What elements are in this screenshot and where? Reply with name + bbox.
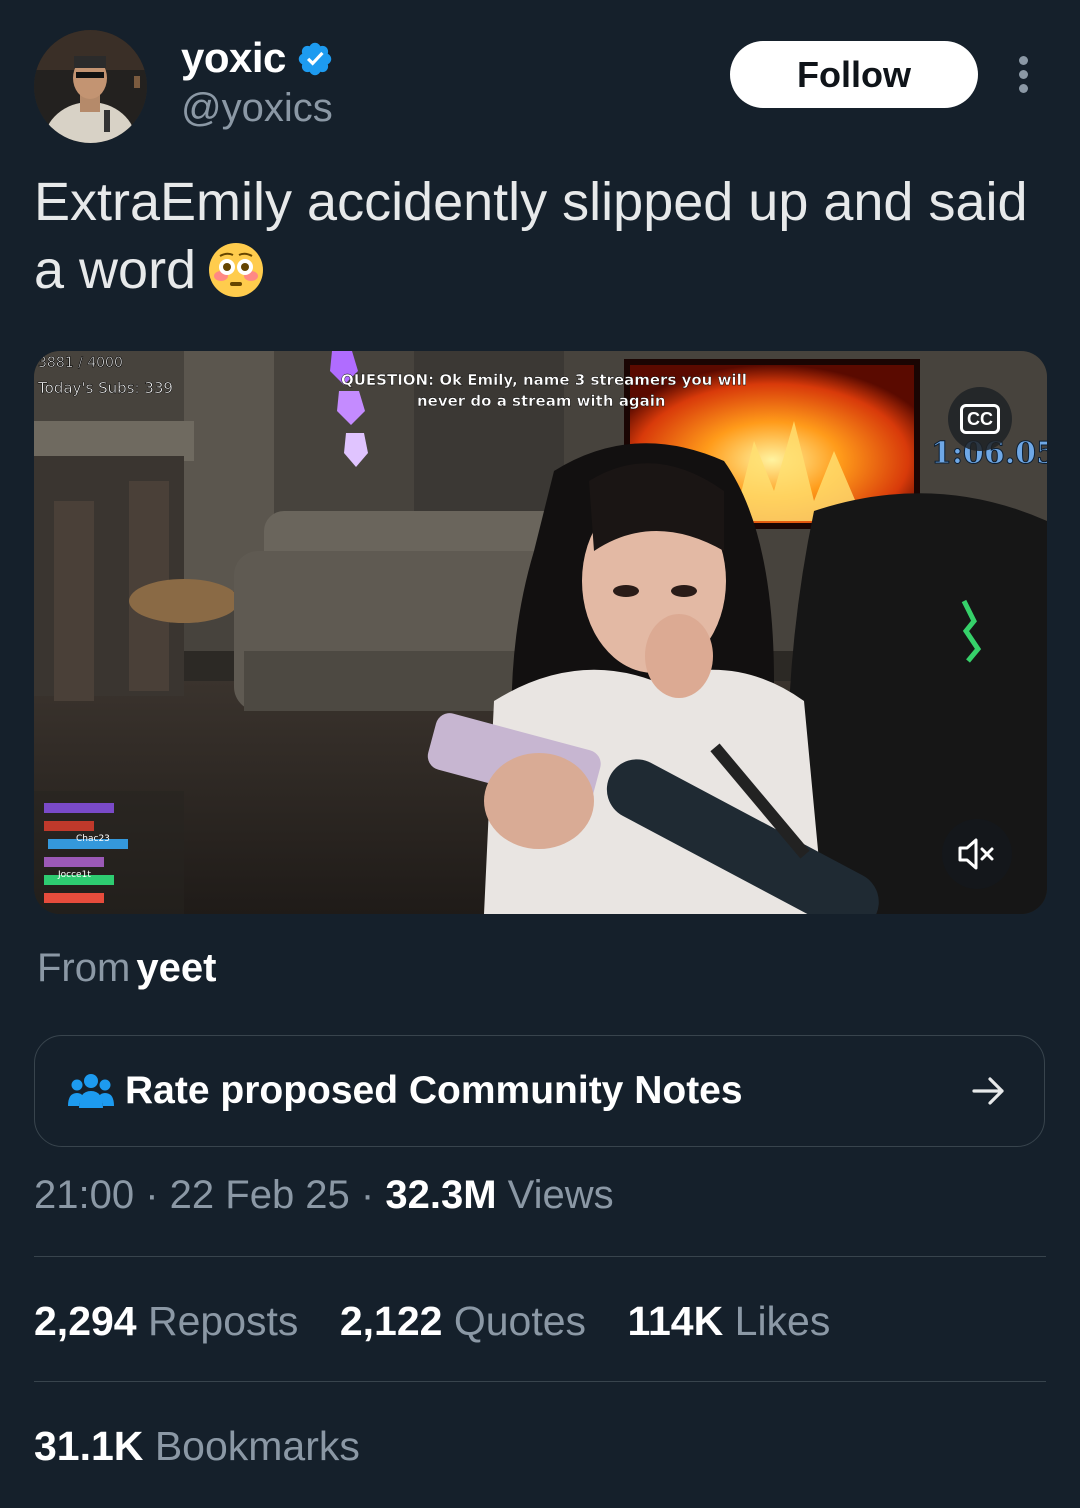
- bookmarks-label: Bookmarks: [154, 1423, 360, 1469]
- more-options-icon[interactable]: [1010, 56, 1036, 96]
- chat-name-2: Jocce1t: [57, 870, 91, 880]
- likes-stat[interactable]: 114K Likes: [627, 1298, 830, 1344]
- quotes-stat[interactable]: 2,122 Quotes: [340, 1298, 586, 1344]
- community-notes-button[interactable]: Rate proposed Community Notes: [34, 1035, 1045, 1147]
- speaker-muted-icon: [958, 838, 994, 870]
- likes-label: Likes: [734, 1298, 831, 1344]
- bookmarks-count: 31.1K: [34, 1423, 144, 1469]
- source-attribution: From yeet: [37, 946, 216, 991]
- verified-badge-icon: [296, 40, 334, 78]
- cc-icon: CC: [960, 404, 1000, 434]
- bookmarks-stat[interactable]: 31.1K Bookmarks: [34, 1423, 360, 1470]
- question-line-2: never do a stream with again: [417, 392, 666, 410]
- video-frame: 3881 / 4000 Today's Subs: 339 QUESTION: …: [34, 351, 1047, 914]
- likes-count: 114K: [627, 1298, 724, 1344]
- people-group-icon: [68, 1074, 114, 1108]
- captions-button[interactable]: CC: [948, 387, 1012, 451]
- tweet-text: ExtraEmily accidently slipped up and sai…: [34, 168, 1054, 304]
- reposts-count: 2,294: [34, 1298, 137, 1344]
- source-link[interactable]: yeet: [136, 946, 216, 990]
- views-count: 32.3M: [385, 1173, 497, 1217]
- todays-subs-text: Today's Subs: 339: [37, 379, 173, 397]
- quotes-count: 2,122: [339, 1298, 443, 1344]
- engagement-stats: 2,294 Reposts 2,122 Quotes 114K Likes: [34, 1298, 860, 1345]
- video-player[interactable]: 3881 / 4000 Today's Subs: 339 QUESTION: …: [34, 351, 1047, 914]
- views-label: Views: [507, 1173, 614, 1217]
- arrow-right-icon: [972, 1077, 1004, 1105]
- divider: [34, 1381, 1046, 1382]
- tweet-time[interactable]: 21:00: [34, 1173, 134, 1217]
- tweet-body: ExtraEmily accidently slipped up and sai…: [34, 172, 1028, 300]
- tweet-date[interactable]: 22 Feb 25: [170, 1173, 350, 1217]
- from-prefix: From: [37, 946, 131, 990]
- quotes-label: Quotes: [453, 1298, 587, 1344]
- community-notes-label: Rate proposed Community Notes: [125, 1069, 743, 1112]
- question-line-1: QUESTION: Ok Emily, name 3 streamers you…: [341, 371, 747, 389]
- mute-button[interactable]: [942, 819, 1012, 889]
- author-handle[interactable]: @yoxics: [181, 86, 333, 131]
- sub-goal-text: 3881 / 4000: [38, 355, 123, 371]
- follow-button[interactable]: Follow: [730, 41, 978, 108]
- flushed-face-emoji-icon: [208, 242, 264, 298]
- chat-name-1: Chac23: [76, 834, 110, 844]
- reposts-label: Reposts: [148, 1298, 299, 1344]
- tweet-meta: 21:00 · 22 Feb 25 · 32.3M Views: [34, 1173, 614, 1217]
- author-name[interactable]: yoxic: [181, 34, 286, 82]
- reposts-stat[interactable]: 2,294 Reposts: [34, 1298, 298, 1344]
- divider: [34, 1256, 1046, 1257]
- author-avatar[interactable]: [34, 30, 147, 143]
